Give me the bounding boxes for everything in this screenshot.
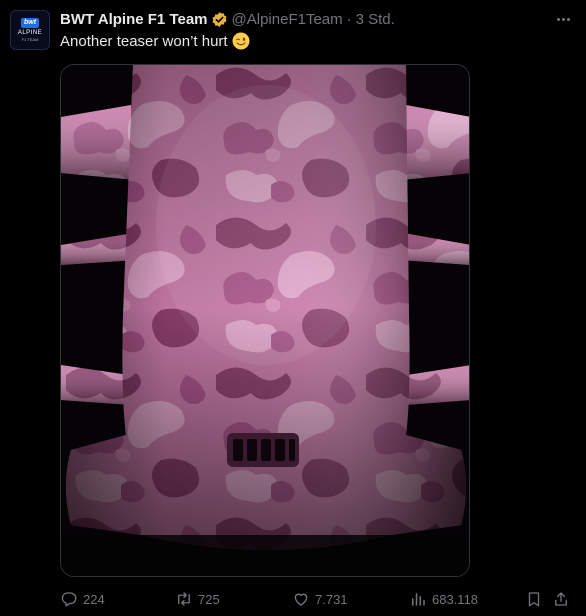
like-count: 7.731 — [315, 591, 348, 607]
reply-button[interactable]: 224 — [60, 588, 105, 610]
verified-badge-icon[interactable] — [211, 11, 228, 28]
repost-count: 725 — [198, 591, 220, 607]
views-bar-chart-icon — [412, 593, 425, 606]
like-button[interactable]: 7.731 — [292, 588, 348, 610]
avatar-brand-text: bwt — [20, 18, 40, 28]
tweet-text-content: Another teaser won’t hurt — [60, 32, 228, 50]
repost-button[interactable]: 725 — [175, 588, 220, 610]
tweet-card[interactable]: bwt ALPINE F1 TEAM BWT Alpine F1 Team @A… — [0, 0, 586, 616]
winking-face-icon — [232, 32, 250, 50]
views-count: 683.118 — [432, 591, 479, 607]
more-options-icon[interactable] — [552, 8, 574, 30]
repost-icon — [178, 592, 190, 606]
author-name[interactable]: BWT Alpine F1 Team — [60, 11, 208, 28]
views-button[interactable]: 683.118 — [409, 588, 478, 610]
tweet-header: BWT Alpine F1 Team @AlpineF1Team · 3 Std… — [60, 9, 395, 29]
reply-count: 224 — [83, 591, 105, 607]
bookmark-button[interactable] — [525, 588, 543, 610]
avatar[interactable]: bwt ALPINE F1 TEAM — [10, 10, 50, 50]
heart-icon — [294, 593, 308, 606]
share-button[interactable] — [552, 588, 570, 610]
tweet-actions: 224 725 7.731 683.118 — [60, 588, 576, 610]
separator-dot: · — [346, 10, 352, 28]
bookmark-icon — [528, 592, 540, 607]
tweet-timestamp[interactable]: 3 Std. — [356, 11, 395, 28]
avatar-sub-text: F1 TEAM — [21, 37, 39, 42]
pink-camo-car-image — [61, 65, 469, 576]
author-handle[interactable]: @AlpineF1Team — [232, 11, 343, 28]
reply-icon — [61, 592, 77, 607]
share-icon — [555, 592, 567, 606]
tweet-text: Another teaser won’t hurt — [60, 32, 250, 50]
avatar-team-text: ALPINE — [17, 30, 43, 36]
tweet-media-image[interactable] — [60, 64, 470, 577]
